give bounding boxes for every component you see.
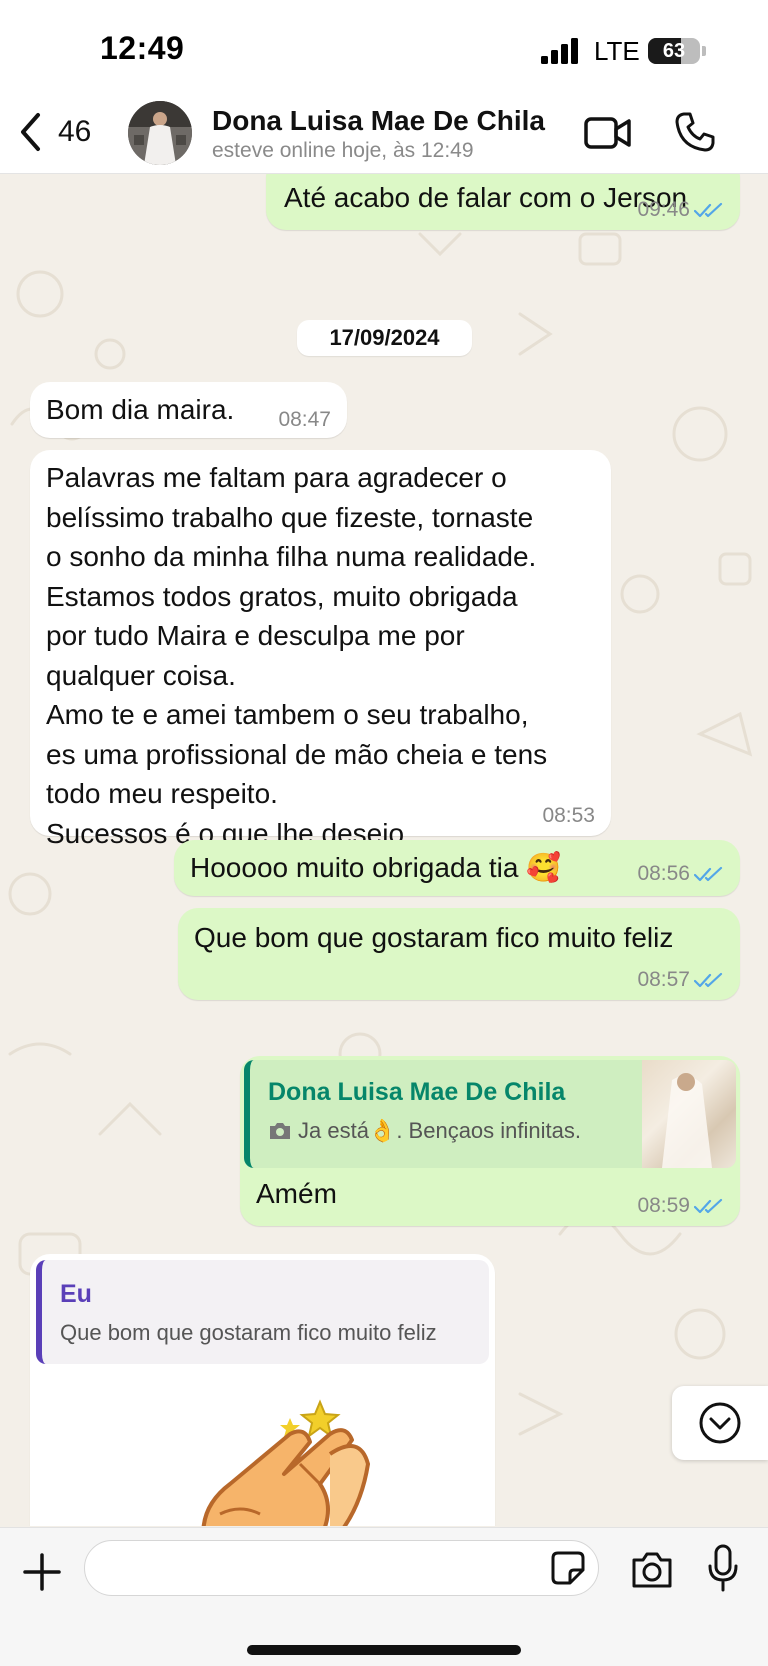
reply-quote[interactable]: Eu Que bom que gostaram fico muito feliz bbox=[36, 1260, 489, 1364]
message-bubble-outgoing[interactable]: Hooooo muito obrigada tia 🥰 08:56 bbox=[174, 840, 740, 896]
battery-level: 63 bbox=[662, 40, 686, 62]
message-text: Palavras me faltam para agradecer o belí… bbox=[46, 462, 548, 849]
message-meta: 08:56 bbox=[637, 862, 724, 886]
reply-author: Eu bbox=[60, 1280, 92, 1308]
back-button[interactable]: 46 bbox=[18, 109, 98, 155]
message-bubble-outgoing[interactable]: Dona Luisa Mae De Chila Ja está👌. Bençao… bbox=[240, 1056, 740, 1226]
camera-icon bbox=[270, 1123, 290, 1139]
chat-header: 46 Dona Luisa Mae De Chila esteve online… bbox=[0, 95, 768, 174]
status-bar: 12:49 LTE 63 bbox=[0, 0, 768, 95]
message-meta: 08:59 bbox=[637, 1194, 724, 1218]
message-time: 08:56 bbox=[637, 862, 690, 885]
message-time: 08:59 bbox=[637, 1194, 690, 1217]
message-bubble-incoming[interactable]: Eu Que bom que gostaram fico muito feliz bbox=[30, 1254, 495, 1526]
battery-icon: 63 bbox=[648, 38, 700, 64]
contact-status: esteve online hoje, às 12:49 bbox=[212, 139, 474, 162]
message-time: 09:46 bbox=[637, 198, 690, 221]
message-input[interactable] bbox=[84, 1540, 599, 1596]
message-meta: 09:46 bbox=[637, 198, 724, 222]
microphone-icon[interactable] bbox=[706, 1544, 740, 1592]
reply-quote[interactable]: Dona Luisa Mae De Chila Ja está👌. Bençao… bbox=[244, 1060, 736, 1168]
phone-call-icon[interactable] bbox=[674, 111, 716, 153]
signal-icon bbox=[541, 38, 578, 64]
message-text-content: Hooooo muito obrigada tia bbox=[190, 852, 519, 883]
sticker-icon[interactable] bbox=[550, 1550, 586, 1586]
read-ticks-icon bbox=[694, 202, 723, 218]
message-text: Amém bbox=[256, 1178, 337, 1209]
message-meta: 08:53 bbox=[542, 804, 595, 828]
read-ticks-icon bbox=[694, 866, 723, 882]
unread-count: 46 bbox=[58, 115, 92, 148]
message-bubble-incoming[interactable]: Bom dia maira. 08:47 bbox=[30, 382, 347, 438]
chevron-down-icon bbox=[699, 1402, 741, 1444]
battery-cap bbox=[702, 46, 706, 56]
plus-icon[interactable] bbox=[22, 1552, 62, 1592]
camera-icon[interactable] bbox=[630, 1550, 674, 1590]
reply-text: Que bom que gostaram fico muito feliz bbox=[60, 1320, 437, 1345]
video-call-icon[interactable] bbox=[584, 113, 632, 153]
message-text: Que bom que gostaram fico muito feliz bbox=[194, 922, 674, 953]
reply-text: Ja está👌. Bençaos infinitas. bbox=[298, 1118, 581, 1143]
message-time: 08:53 bbox=[542, 804, 595, 827]
network-type: LTE bbox=[594, 36, 640, 66]
message-bubble-outgoing[interactable]: Que bom que gostaram fico muito feliz 08… bbox=[178, 908, 740, 1000]
avatar[interactable] bbox=[128, 101, 192, 165]
read-ticks-icon bbox=[694, 972, 723, 988]
smiling-hearts-emoji: 🥰 bbox=[526, 852, 562, 883]
clapping-hands-sticker bbox=[201, 1399, 371, 1526]
reply-preview: Ja está👌. Bençaos infinitas. bbox=[268, 1118, 581, 1144]
contact-name[interactable]: Dona Luisa Mae De Chila bbox=[212, 105, 545, 137]
reply-thumbnail bbox=[642, 1060, 736, 1168]
message-meta: 08:47 bbox=[278, 408, 331, 432]
message-time: 08:57 bbox=[637, 968, 690, 991]
message-meta: 08:57 bbox=[637, 968, 724, 992]
message-bubble-incoming[interactable]: Palavras me faltam para agradecer o belí… bbox=[30, 450, 611, 849]
composer-bar bbox=[0, 1527, 768, 1666]
message-time: 08:47 bbox=[278, 408, 331, 431]
read-ticks-icon bbox=[694, 1198, 723, 1214]
status-time: 12:49 bbox=[100, 30, 185, 66]
home-indicator[interactable] bbox=[247, 1645, 521, 1655]
chat-area[interactable]: Até acabo de falar com o Jerson 09:46 17… bbox=[0, 174, 768, 1526]
reply-author: Dona Luisa Mae De Chila bbox=[268, 1078, 566, 1106]
scroll-to-bottom-button[interactable] bbox=[672, 1386, 768, 1460]
date-separator: 17/09/2024 bbox=[297, 320, 472, 356]
chevron-left-icon bbox=[21, 113, 40, 151]
message-bubble-outgoing[interactable]: Até acabo de falar com o Jerson 09:46 bbox=[266, 174, 740, 230]
